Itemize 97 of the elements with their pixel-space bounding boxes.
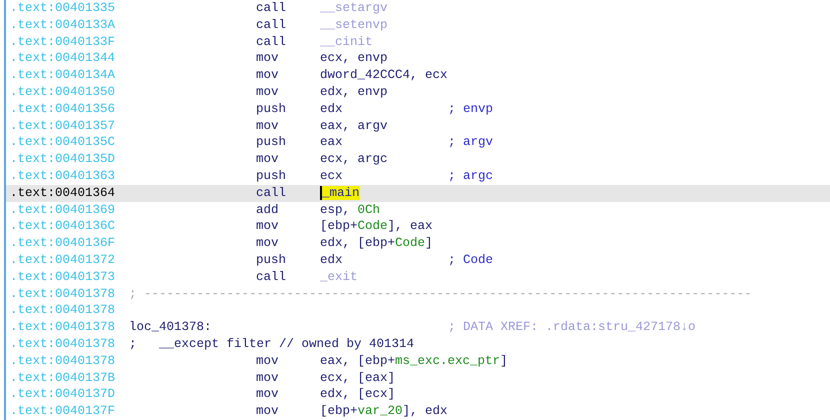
mnemonic-text: call bbox=[256, 268, 288, 286]
disassembly-line[interactable]: .text:00401369 add esp, 0Ch bbox=[6, 202, 830, 218]
disassembly-line[interactable]: .text:00401344 mov ecx, envp bbox=[6, 50, 830, 68]
disassembly-line[interactable]: .text:00401378 loc_401378: ; DATA XREF: .rdata:stru_427178↓o bbox=[6, 319, 830, 336]
mnemonic-text: mov bbox=[256, 386, 280, 404]
disassembly-line[interactable]: .text:00401378 ; __except filter // owned by 401314 bbox=[6, 336, 830, 353]
mnemonic-text: add bbox=[256, 202, 280, 218]
disassembly-line[interactable]: .text:0040137F mov [ebp+var_20], edx bbox=[6, 403, 830, 420]
address-text: .text:00401378 bbox=[10, 319, 116, 336]
mnemonic-text: mov bbox=[256, 352, 280, 370]
address-text: .text:00401364 bbox=[10, 184, 116, 202]
operand-text: edx, [ecx] bbox=[320, 386, 396, 404]
disassembly-line[interactable]: .text:00401373 call _exit bbox=[6, 268, 830, 286]
address-text: .text:00401357 bbox=[10, 118, 116, 134]
disassembly-line[interactable]: .text:00401378 mov eax, [ebp+ms_exc.exc_ptr] bbox=[6, 352, 830, 370]
mnemonic-text: call bbox=[256, 184, 288, 202]
operand-text: ecx, [eax] bbox=[320, 370, 396, 386]
address-text: .text:00401378 bbox=[10, 286, 116, 302]
operand-text: __cinit bbox=[320, 34, 374, 50]
disassembly-line[interactable]: .text:0040135D mov ecx, argc bbox=[6, 151, 830, 168]
highlighted-symbol[interactable]: _main bbox=[320, 186, 360, 200]
disassembly-line[interactable]: .text:0040136C mov [ebp+Code], eax bbox=[6, 218, 830, 236]
mnemonic-text: mov bbox=[256, 50, 280, 68]
operand-text: edx bbox=[320, 100, 344, 118]
mnemonic-text: call bbox=[256, 34, 288, 50]
disassembly-line[interactable]: .text:0040135C push eax ; argv bbox=[6, 134, 830, 152]
disassembly-line[interactable]: .text:00401363 push ecx ; argc bbox=[6, 168, 830, 185]
disassembly-line[interactable]: .text:0040137B mov ecx, [eax] bbox=[6, 370, 830, 386]
disassembly-line[interactable]: .text:00401350 mov edx, envp bbox=[6, 84, 830, 101]
operand-text: _exit bbox=[320, 268, 359, 286]
operand-text: edx bbox=[320, 252, 344, 269]
operand-text: edx, envp bbox=[320, 84, 389, 101]
mnemonic-text: mov bbox=[256, 151, 280, 168]
address-text: .text:00401378 bbox=[10, 302, 116, 320]
operand-text: eax bbox=[320, 134, 344, 152]
operand-text: [ebp+var_20], edx bbox=[320, 403, 448, 420]
operand-text: ecx bbox=[320, 168, 344, 185]
address-text: .text:00401363 bbox=[10, 168, 116, 185]
mnemonic-text: push bbox=[256, 168, 288, 185]
address-text: .text:0040137D bbox=[10, 386, 116, 404]
address-text: .text:0040135D bbox=[10, 151, 116, 168]
mnemonic-text: mov bbox=[256, 235, 280, 252]
disassembly-line[interactable]: .text:0040137D mov edx, [ecx] bbox=[6, 386, 830, 404]
operand-text: __setargv bbox=[320, 0, 389, 17]
disassembly-line[interactable]: .text:00401335 call __setargv bbox=[6, 0, 830, 17]
address-text: .text:00401344 bbox=[10, 50, 116, 68]
mnemonic-text: mov bbox=[256, 118, 280, 134]
address-text: .text:0040135C bbox=[10, 134, 116, 152]
disassembly-line[interactable]: .text:0040133F call __cinit bbox=[6, 34, 830, 50]
mnemonic-text: push bbox=[256, 100, 288, 118]
mnemonic-text: push bbox=[256, 134, 288, 152]
mnemonic-text: mov bbox=[256, 84, 280, 101]
address-text: .text:00401378 bbox=[10, 352, 116, 370]
address-text: .text:00401356 bbox=[10, 100, 116, 118]
comment-text: ; __except filter // owned by 401314 bbox=[129, 336, 414, 353]
comment-text: ; envp bbox=[448, 100, 494, 118]
address-text: .text:0040136C bbox=[10, 218, 116, 236]
operand-text: edx, [ebp+Code] bbox=[320, 235, 434, 252]
comment-text: ; Code bbox=[448, 252, 494, 269]
operand-text: eax, [ebp+ms_exc.exc_ptr] bbox=[320, 352, 508, 370]
comment-text: ; argv bbox=[448, 134, 494, 152]
address-text: .text:00401373 bbox=[10, 268, 116, 286]
mnemonic-text: mov bbox=[256, 67, 280, 84]
separator-line: ; --------------------------------------------------------------------------------- bbox=[129, 286, 752, 302]
address-text: .text:00401369 bbox=[10, 202, 116, 218]
mnemonic-text: call bbox=[256, 16, 288, 34]
operand-text: __setenvp bbox=[320, 16, 389, 34]
operand-text: esp, 0Ch bbox=[320, 202, 382, 218]
mnemonic-text: mov bbox=[256, 218, 280, 236]
address-text: .text:0040134A bbox=[10, 67, 116, 84]
disassembly-line[interactable]: .text:00401356 push edx ; envp bbox=[6, 100, 830, 118]
mnemonic-text: call bbox=[256, 0, 288, 17]
address-text: .text:00401335 bbox=[10, 0, 116, 17]
operand-text: eax, argv bbox=[320, 118, 389, 134]
mnemonic-text: push bbox=[256, 252, 288, 269]
operand-text: dword_42CCC4, ecx bbox=[320, 67, 448, 84]
disassembly-line[interactable]: .text:0040136F mov edx, [ebp+Code] bbox=[6, 235, 830, 252]
disassembly-line[interactable]: .text:0040133A call __setenvp bbox=[6, 16, 830, 34]
address-text: .text:00401372 bbox=[10, 252, 116, 269]
operand-text: [ebp+Code], eax bbox=[320, 218, 434, 236]
mnemonic-text: mov bbox=[256, 370, 280, 386]
label-text: loc_401378: bbox=[129, 319, 213, 336]
address-text: .text:0040133A bbox=[10, 16, 116, 34]
xref-comment: ; DATA XREF: .rdata:stru_427178↓o bbox=[448, 319, 696, 336]
address-text: .text:0040133F bbox=[10, 34, 116, 50]
disassembly-line[interactable]: .text:00401372 push edx ; Code bbox=[6, 252, 830, 269]
address-text: .text:00401350 bbox=[10, 84, 116, 101]
operand-text: ecx, argc bbox=[320, 151, 389, 168]
mnemonic-text: mov bbox=[256, 403, 280, 420]
disassembly-line[interactable]: .text:0040134A mov dword_42CCC4, ecx bbox=[6, 67, 830, 84]
operand-text: ecx, envp bbox=[320, 50, 389, 68]
address-text: .text:00401378 bbox=[10, 336, 116, 353]
address-text: .text:0040137B bbox=[10, 370, 116, 386]
address-text: .text:0040137F bbox=[10, 403, 116, 420]
disassembly-line[interactable]: .text:00401357 mov eax, argv bbox=[6, 118, 830, 134]
comment-text: ; argc bbox=[448, 168, 494, 185]
address-text: .text:0040136F bbox=[10, 235, 116, 252]
